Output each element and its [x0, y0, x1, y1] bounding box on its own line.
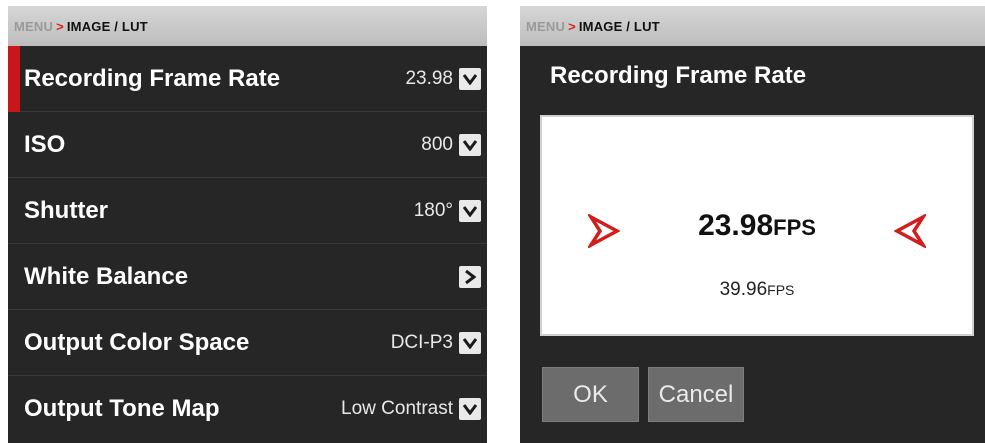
- breadcrumb-separator: >: [568, 18, 576, 34]
- current-value-unit: FPS: [773, 215, 816, 240]
- setting-value: 180°: [413, 199, 453, 221]
- ok-button[interactable]: OK: [542, 367, 639, 422]
- chevron-down-icon[interactable]: [459, 133, 481, 156]
- setting-row-recording-frame-rate[interactable]: Recording Frame Rate 23.98: [8, 46, 487, 112]
- setting-row-output-color-space[interactable]: Output Color Space DCI-P3: [8, 310, 487, 376]
- breadcrumb: MENU > IMAGE / LUT: [8, 6, 487, 46]
- setting-label: Recording Frame Rate: [24, 64, 281, 92]
- setting-label: Shutter: [24, 196, 108, 224]
- chevron-down-icon[interactable]: [459, 67, 481, 90]
- breadcrumb-path: IMAGE / LUT: [66, 18, 148, 34]
- next-value-number: 39.96: [719, 279, 768, 300]
- next-value-unit: FPS: [767, 282, 795, 298]
- setting-label: White Balance: [24, 262, 189, 290]
- setting-value: Low Contrast: [341, 398, 453, 419]
- chevron-down-icon[interactable]: [459, 331, 481, 354]
- next-value-option[interactable]: 39.96FPS: [542, 279, 972, 301]
- chevron-right-icon[interactable]: [459, 265, 481, 288]
- prev-arrow-left-icon[interactable]: [894, 214, 926, 248]
- breadcrumb-menu[interactable]: MENU: [14, 19, 53, 34]
- breadcrumb-menu[interactable]: MENU: [526, 19, 565, 34]
- current-value-number: 23.98: [698, 209, 774, 242]
- breadcrumb: MENU > IMAGE / LUT: [520, 6, 985, 46]
- selection-indicator: [8, 46, 20, 112]
- setting-row-white-balance[interactable]: White Balance: [8, 244, 487, 310]
- dialog-title: Recording Frame Rate: [550, 62, 807, 89]
- settings-panel: MENU > IMAGE / LUT Recording Frame Rate …: [8, 6, 487, 443]
- chevron-down-icon[interactable]: [459, 199, 481, 222]
- setting-label: ISO: [24, 130, 66, 158]
- frame-rate-dialog: MENU > IMAGE / LUT Recording Frame Rate …: [520, 6, 985, 443]
- setting-row-shutter[interactable]: Shutter 180°: [8, 178, 487, 244]
- setting-value: DCI-P3: [390, 331, 453, 353]
- setting-label: Output Tone Map: [24, 395, 220, 422]
- setting-row-iso[interactable]: ISO 800: [8, 112, 487, 178]
- setting-value: 800: [421, 133, 453, 155]
- breadcrumb-separator: >: [56, 18, 64, 34]
- setting-row-output-tone-map[interactable]: Output Tone Map Low Contrast: [8, 376, 487, 442]
- setting-value: 23.98: [405, 67, 453, 89]
- breadcrumb-path: IMAGE / LUT: [578, 18, 660, 34]
- cancel-button[interactable]: Cancel: [648, 367, 744, 422]
- chevron-down-icon[interactable]: [459, 398, 481, 420]
- value-picker[interactable]: 23.98FPS 39.96FPS: [540, 115, 974, 336]
- setting-label: Output Color Space: [24, 328, 250, 356]
